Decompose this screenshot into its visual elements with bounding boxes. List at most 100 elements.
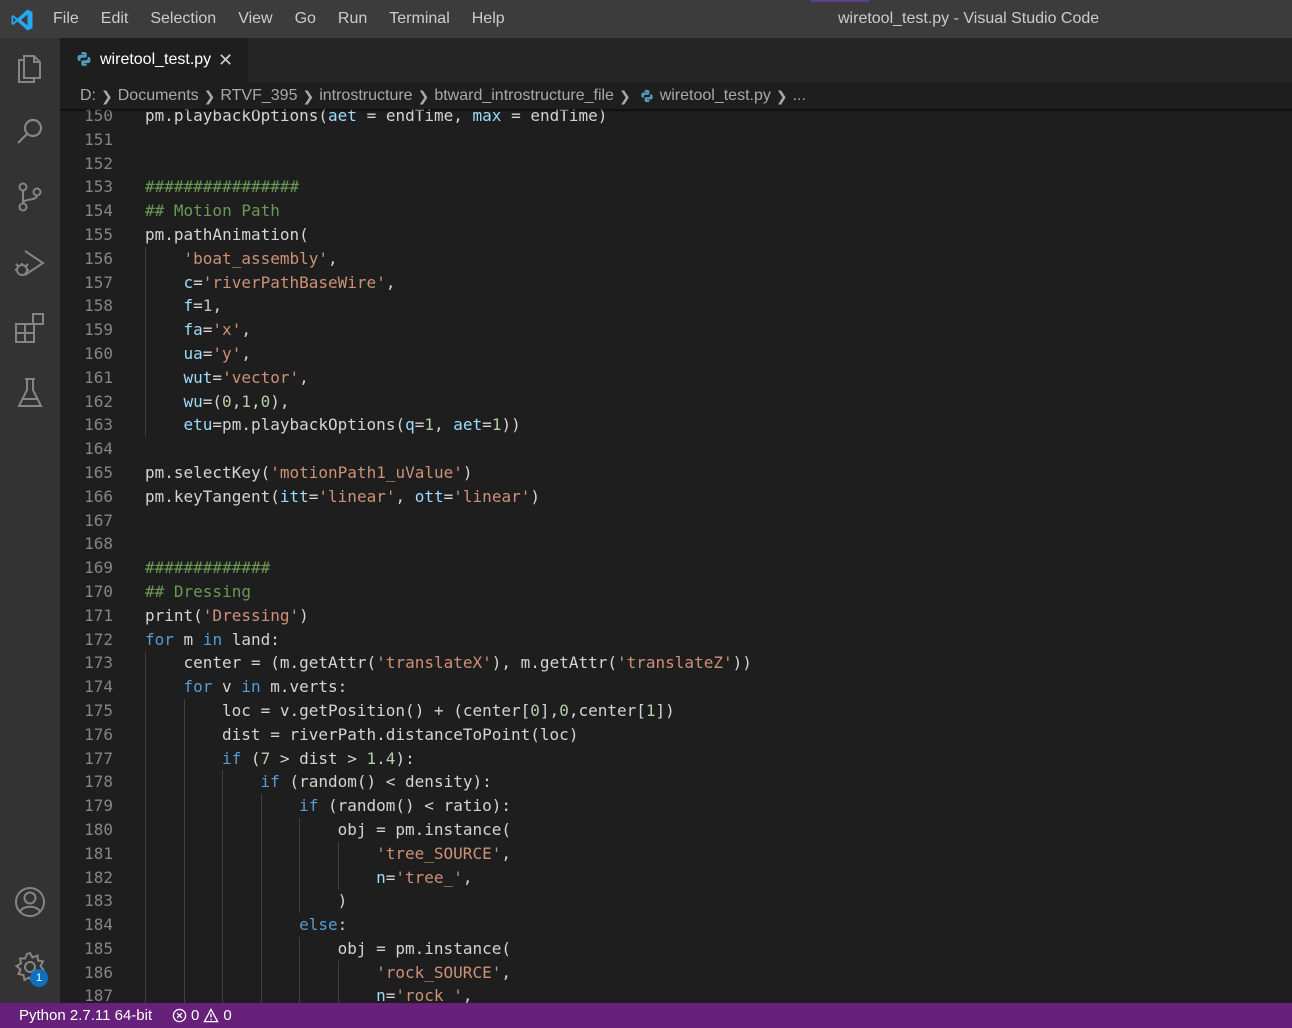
breadcrumb-symbols[interactable]: ... <box>793 87 806 105</box>
error-icon <box>172 1008 187 1023</box>
line-number: 169 <box>84 558 113 578</box>
close-icon[interactable]: ✕ <box>218 38 233 82</box>
line-number: 166 <box>84 486 113 506</box>
indent-guide <box>222 841 224 866</box>
line-number: 181 <box>84 843 113 863</box>
code-token: = <box>202 343 213 363</box>
code-token: 1 <box>645 700 656 720</box>
code-token: 'linear' <box>318 486 396 506</box>
code-token: ############# <box>145 558 271 578</box>
search-icon[interactable] <box>12 114 48 150</box>
code-token: , <box>299 367 309 387</box>
code-token: = <box>308 486 319 506</box>
code-token: if <box>260 772 280 792</box>
code-token: 'motionPath1_uValue' <box>270 462 463 482</box>
line-number: 187 <box>84 986 113 1003</box>
code-token: 'rock_SOURCE' <box>376 962 502 982</box>
line-number: 160 <box>84 343 113 363</box>
indent-guide <box>260 841 262 866</box>
explorer-icon[interactable] <box>12 50 48 86</box>
warning-count: 0 <box>223 1007 232 1024</box>
code-token: )) <box>501 415 521 435</box>
accounts-icon[interactable] <box>12 884 48 920</box>
tab-wiretool-test[interactable]: wiretool_test.py ✕ <box>60 38 248 82</box>
breadcrumb-btward-folder[interactable]: btward_introstructure_file <box>434 87 614 105</box>
breadcrumb-shadow <box>60 109 1292 112</box>
code-token: etu <box>183 415 213 435</box>
indent-guide <box>183 913 185 937</box>
code-token: = <box>385 867 396 887</box>
code-token: m.verts: <box>260 677 348 697</box>
chevron-right-icon: ❯ <box>101 87 113 104</box>
code-text: ################ <box>145 175 299 199</box>
code-token: ], <box>539 700 560 720</box>
code-text: fa='x', <box>184 318 251 342</box>
breadcrumb-documents[interactable]: Documents <box>118 87 199 105</box>
code-token: , <box>501 962 511 982</box>
code-text: etu=pm.playbackOptions(q=1, aet=1)) <box>184 413 521 437</box>
code-token: wut <box>183 367 213 387</box>
indent-guide <box>222 984 224 1003</box>
line-number: 162 <box>84 391 113 411</box>
code-token: 'translateZ' <box>617 653 733 673</box>
menu-edit[interactable]: Edit <box>90 0 140 38</box>
code-token: ## Motion Path <box>145 201 280 221</box>
code-token: pm.pathAnimation( <box>145 224 309 244</box>
indent-guide <box>222 794 224 818</box>
run-debug-icon[interactable] <box>12 245 48 281</box>
code-token: 7 <box>260 748 271 768</box>
indent-guide <box>145 960 146 985</box>
activity-bar: 1 <box>0 38 60 1003</box>
code-token: n <box>376 867 386 887</box>
problems-indicator[interactable]: 0 0 <box>172 1003 232 1028</box>
code-editor[interactable]: 150 pm.playbackOptions(aet = endTime, max… <box>60 108 1292 1003</box>
code-text: ## Dressing <box>145 580 251 604</box>
indent-guide <box>183 960 185 985</box>
line-number: 163 <box>84 415 113 435</box>
code-token: = <box>202 320 213 340</box>
code-token: 'y' <box>212 343 242 363</box>
breadcrumb-drive[interactable]: D: <box>80 87 96 105</box>
code-token: , <box>241 320 251 340</box>
code-token: for <box>183 677 213 697</box>
indent-guide <box>183 889 185 914</box>
indent-guide <box>145 294 146 319</box>
code-token: , <box>462 986 473 1003</box>
indent-guide <box>145 889 146 914</box>
code-text: for m in land: <box>145 628 280 652</box>
line-number: 168 <box>84 534 113 554</box>
line-number: 179 <box>84 796 113 816</box>
code-token: print( <box>145 605 203 625</box>
menu-file[interactable]: File <box>42 0 90 38</box>
breadcrumb-rtvf-395[interactable]: RTVF_395 <box>220 87 297 105</box>
indent-guide <box>145 794 146 818</box>
python-interpreter[interactable]: Python 2.7.11 64-bit <box>19 1003 152 1028</box>
indent-guide <box>145 246 146 271</box>
code-token: 1 <box>424 415 434 435</box>
code-token: ) <box>530 486 540 506</box>
code-token: ]) <box>655 700 675 720</box>
code-text: f=1, <box>184 294 223 318</box>
breadcrumb-file[interactable]: wiretool_test.py <box>660 87 771 105</box>
code-token: loc = v.getPosition() + (center[ <box>222 700 531 720</box>
code-token: > dist > <box>270 748 367 768</box>
indent-guide <box>260 936 262 961</box>
code-token: =pm.playbackOptions( <box>212 415 406 435</box>
code-text: center = (m.getAttr('translateX'), m.get… <box>184 651 752 675</box>
line-number: 154 <box>84 201 113 221</box>
code-token: ), m.getAttr( <box>491 653 617 673</box>
code-token: 'tree_SOURCE' <box>376 843 502 863</box>
testing-icon[interactable] <box>12 375 48 411</box>
breadcrumb-introstructure[interactable]: introstructure <box>319 87 412 105</box>
code-token: , <box>434 415 454 435</box>
indent-guide <box>260 960 262 985</box>
code-token: c <box>183 272 194 292</box>
code-token: q <box>405 415 415 435</box>
code-token: ,center[ <box>568 700 646 720</box>
source-control-icon[interactable] <box>12 179 48 215</box>
manage-badge: 1 <box>30 969 48 987</box>
line-number: 164 <box>84 439 113 459</box>
line-number: 177 <box>84 748 113 768</box>
chevron-right-icon: ❯ <box>618 87 631 104</box>
extensions-icon[interactable] <box>12 310 48 346</box>
